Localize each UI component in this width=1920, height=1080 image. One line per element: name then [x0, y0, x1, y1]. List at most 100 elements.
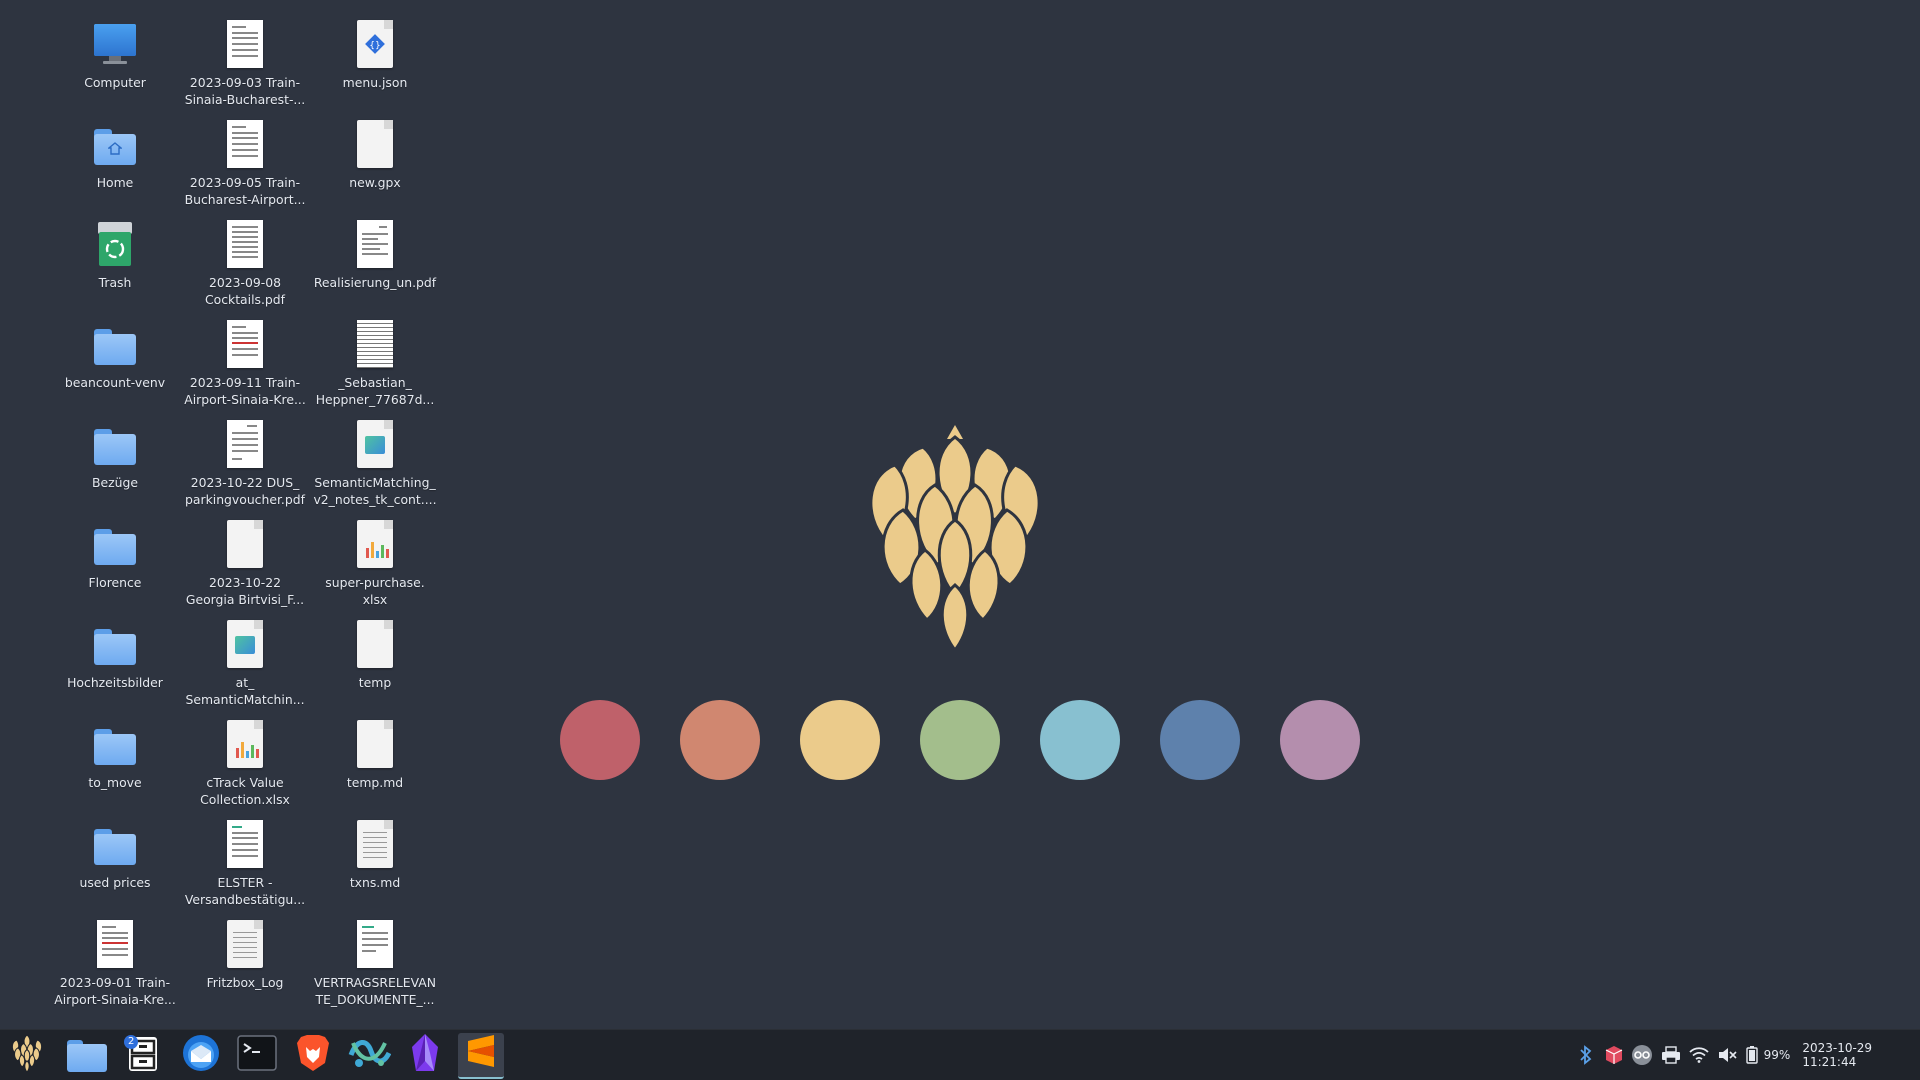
mail-icon — [181, 1033, 221, 1077]
desktop-icon-fritzbox-log[interactable]: Fritzbox_Log — [180, 916, 310, 1016]
folder-icon — [85, 816, 145, 872]
presentation-file-icon — [345, 416, 405, 472]
desktop-icon-label: Fritzbox_Log — [206, 975, 284, 990]
obsidian-button[interactable] — [402, 1033, 448, 1077]
desktop-icon-sebastian-heppner[interactable]: _Sebastian_ Heppner_77687d... — [310, 316, 440, 416]
text-file-icon — [215, 916, 275, 972]
desktop-icon-label: 2023-09-03 Train-Sinaia-Bucharest-... — [184, 75, 306, 107]
desktop-icon-train-pdf-0903[interactable]: 2023-09-03 Train-Sinaia-Bucharest-... — [180, 16, 310, 116]
desktop-icon-super-purchase-xlsx[interactable]: super-purchase. xlsx — [310, 516, 440, 616]
vpn-icon[interactable] — [1631, 1043, 1653, 1067]
spreadsheet-file-icon — [345, 516, 405, 572]
desktop-icon-label: VERTRAGSRELEVAN TE_DOKUMENTE_... — [313, 975, 436, 1007]
volume-muted-icon[interactable] — [1716, 1043, 1738, 1067]
sublime-text-button[interactable] — [458, 1033, 504, 1079]
palette-dot-purple — [1280, 700, 1360, 780]
battery-percentage: 99% — [1763, 1048, 1791, 1062]
desktop-icon-home[interactable]: Home — [50, 116, 180, 216]
folder-icon — [67, 1038, 107, 1072]
desktop-icon-label: _Sebastian_ Heppner_77687d... — [315, 375, 435, 407]
json-file-icon: {} — [345, 16, 405, 72]
presentation-file-icon — [215, 616, 275, 672]
folder-icon — [85, 316, 145, 372]
package-updates-icon[interactable] — [1603, 1043, 1625, 1067]
taskbar: 2 99% 2023-10-29 11:21:44 — [0, 1029, 1920, 1080]
brave-button[interactable] — [290, 1033, 336, 1077]
desktop-icon-bezuege[interactable]: Bezüge — [50, 416, 180, 516]
desktop-icon-label: beancount-venv — [64, 375, 166, 390]
pdf-thumbnail-icon — [215, 16, 275, 72]
blank-file-icon — [215, 516, 275, 572]
desktop-icon-train-pdf-0901[interactable]: 2023-09-01 Train-Airport-Sinaia-Kre... — [50, 916, 180, 1016]
battery-icon[interactable] — [1744, 1043, 1761, 1067]
desktop-icon-label: Bezüge — [92, 475, 138, 490]
desktop-icon-used-prices[interactable]: used prices — [50, 816, 180, 916]
desktop-icon-label: Florence — [88, 575, 142, 590]
terminal-icon — [237, 1035, 277, 1075]
desktop-icon-cocktails-pdf[interactable]: 2023-09-08 Cocktails.pdf — [180, 216, 310, 316]
desktop-icon-menu-json[interactable]: {} menu.json — [310, 16, 440, 116]
desktop-icon-label: 2023-09-01 Train-Airport-Sinaia-Kre... — [54, 975, 176, 1007]
desktop-icon-vertragsrelevante[interactable]: VERTRAGSRELEVAN TE_DOKUMENTE_... — [310, 916, 440, 1016]
desktop-icon-label: used prices — [79, 875, 151, 890]
palette-dot-cyan — [1040, 700, 1120, 780]
desktop-icon-new-gpx[interactable]: new.gpx — [310, 116, 440, 216]
pdf-thumbnail-icon — [85, 916, 145, 972]
pdf-thumbnail-icon — [215, 116, 275, 172]
desktop-icon-txns-md[interactable]: txns.md — [310, 816, 440, 916]
app-menu-button[interactable] — [4, 1033, 50, 1077]
palette-dot-blue — [1160, 700, 1240, 780]
folder-icon — [85, 516, 145, 572]
desktop-icon-label: super-purchase. xlsx — [325, 575, 425, 607]
text-file-icon — [345, 816, 405, 872]
pdf-thumbnail-icon — [345, 316, 405, 372]
desktop-icon-label: 2023-09-11 Train-Airport-Sinaia-Kre... — [184, 375, 306, 407]
desktop-icon-computer[interactable]: Computer — [50, 16, 180, 116]
computer-icon — [85, 16, 145, 72]
obsidian-gem-icon — [408, 1033, 442, 1077]
pdf-thumbnail-icon — [345, 216, 405, 272]
palette-dot-orange — [680, 700, 760, 780]
palette-dot-red — [560, 700, 640, 780]
pdf-thumbnail-icon — [215, 316, 275, 372]
desktop-icon-label: Home — [96, 175, 134, 190]
pdf-thumbnail-icon — [215, 216, 275, 272]
desktop-icon-label: Computer — [84, 75, 146, 90]
bluetooth-icon[interactable] — [1575, 1043, 1597, 1067]
desktop-icon-label: ELSTER - Versandbestätigu... — [184, 875, 306, 907]
home-folder-icon — [85, 116, 145, 172]
desktop-icon-label: Hochzeitsbilder — [67, 675, 163, 690]
code-editor-icon — [347, 1033, 392, 1077]
desktop-icon-label: 2023-10-22 Georgia Birtvisi_F... — [185, 575, 305, 607]
desktop-icon-realisierung-pdf[interactable]: Realisierung_un.pdf — [310, 216, 440, 316]
desktop-icon-elster[interactable]: ELSTER - Versandbestätigu... — [180, 816, 310, 916]
desktop-icon-label: Trash — [98, 275, 132, 290]
desktop-icon-beancount-venv[interactable]: beancount-venv — [50, 316, 180, 416]
clock[interactable]: 2023-10-29 11:21:44 — [1802, 1041, 1920, 1069]
desktop-icon-georgia-birtvisi[interactable]: 2023-10-22 Georgia Birtvisi_F... — [180, 516, 310, 616]
vscodium-button[interactable] — [346, 1033, 392, 1077]
file-manager-button[interactable]: 2 — [120, 1033, 166, 1077]
desktop-icon-parkingvoucher-pdf[interactable]: 2023-10-22 DUS_ parkingvoucher.pdf — [180, 416, 310, 516]
desktop-icon-label: 2023-09-08 Cocktails.pdf — [204, 275, 286, 307]
thunderbird-button[interactable] — [178, 1033, 224, 1077]
blank-file-icon — [345, 616, 405, 672]
desktop-icon-florence[interactable]: Florence — [50, 516, 180, 616]
system-tray: 99% 2023-10-29 11:21:44 — [1572, 1030, 1920, 1080]
desktop-icon-train-pdf-0905[interactable]: 2023-09-05 Train-Bucharest-Airport... — [180, 116, 310, 216]
desktop-icon-area: Computer Home Trash beancount-venv Bezüg… — [0, 0, 470, 1030]
terminal-button[interactable] — [234, 1033, 280, 1077]
desktop-icon-label: temp — [358, 675, 392, 690]
pdf-thumbnail-icon — [215, 816, 275, 872]
desktop-icon-label: SemanticMatching_ v2_notes_tk_cont.... — [313, 475, 437, 507]
printer-icon[interactable] — [1660, 1043, 1682, 1067]
desktop-icon-train-pdf-0911[interactable]: 2023-09-11 Train-Airport-Sinaia-Kre... — [180, 316, 310, 416]
wifi-icon[interactable] — [1688, 1043, 1710, 1067]
color-palette-dots — [0, 700, 1920, 780]
desktop-icon-trash[interactable]: Trash — [50, 216, 180, 316]
desktop-icon-semanticmatching-v2[interactable]: SemanticMatching_ v2_notes_tk_cont.... — [310, 416, 440, 516]
files-button[interactable] — [64, 1033, 110, 1077]
pdf-thumbnail-icon — [215, 416, 275, 472]
desktop-icon-label: new.gpx — [349, 175, 401, 190]
hop-cone-icon — [9, 1033, 45, 1077]
